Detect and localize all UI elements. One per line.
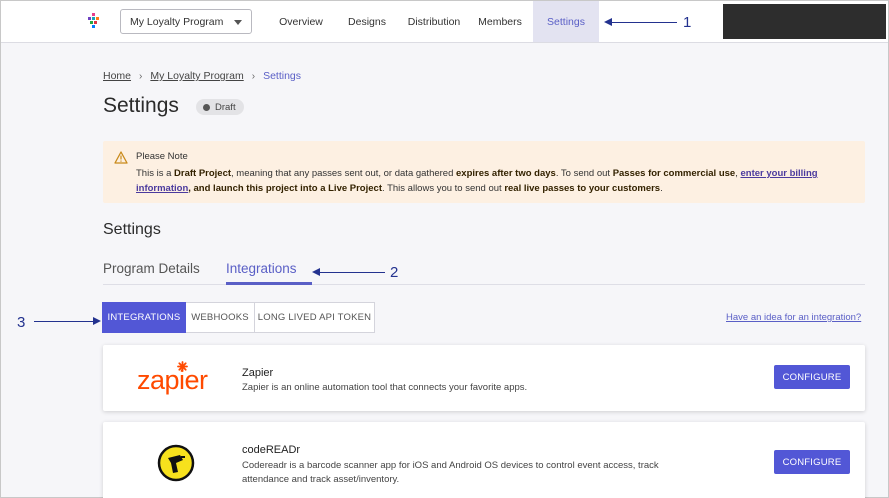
nav-overview[interactable]: Overview xyxy=(271,1,331,42)
zapier-logo: zapier xyxy=(137,361,213,395)
annotation-arrow-3 xyxy=(34,317,101,325)
app-logo-icon[interactable] xyxy=(87,13,101,29)
note-bold-draft: Draft Project xyxy=(174,168,232,179)
breadcrumb-program[interactable]: My Loyalty Program xyxy=(150,70,243,82)
integration-name: Zapier xyxy=(242,367,274,379)
integration-card-codereadr: codeREADr Codereadr is a barcode scanner… xyxy=(103,422,865,498)
breadcrumb: Home › My Loyalty Program › Settings xyxy=(103,70,301,82)
warning-icon xyxy=(114,151,128,164)
segment-integrations[interactable]: INTEGRATIONS xyxy=(102,302,186,333)
breadcrumb-current[interactable]: Settings xyxy=(263,70,301,82)
section-title: Settings xyxy=(103,221,161,238)
top-navigation-bar: My Loyalty Program Overview Designs Dist… xyxy=(1,1,888,43)
configure-codereadr-button[interactable]: CONFIGURE xyxy=(774,450,850,474)
barcode-scanner-icon xyxy=(157,444,195,482)
nav-distribution[interactable]: Distribution xyxy=(402,1,466,42)
note-bold-expiry: expires after two days xyxy=(456,168,556,179)
status-badge: Draft xyxy=(196,99,244,115)
note-text: This is a xyxy=(136,168,175,179)
integration-description: Codereadr is a barcode scanner app for i… xyxy=(242,460,659,485)
zapier-logo-text: zapier xyxy=(137,365,208,395)
nav-settings[interactable]: Settings xyxy=(533,1,599,42)
program-select[interactable]: My Loyalty Program xyxy=(120,9,252,34)
tabs-divider xyxy=(103,284,865,285)
chevron-down-icon xyxy=(234,20,242,25)
integration-idea-link[interactable]: Have an idea for an integration? xyxy=(726,312,861,323)
tab-program-details[interactable]: Program Details xyxy=(103,261,200,276)
active-tab-indicator xyxy=(226,282,312,285)
breadcrumb-home[interactable]: Home xyxy=(103,70,131,82)
tab-integrations[interactable]: Integrations xyxy=(226,261,297,276)
zapier-asterisk-icon xyxy=(177,361,188,372)
annotation-number-1: 1 xyxy=(683,14,692,31)
segment-webhooks[interactable]: WEBHOOKS xyxy=(186,302,255,333)
page-title: Settings xyxy=(103,94,179,117)
integration-name: codeREADr xyxy=(242,444,301,456)
note-text: . To send out xyxy=(555,168,613,179)
note-bold-launch: , and launch this project into a Live Pr… xyxy=(188,183,382,194)
chevron-right-icon: › xyxy=(251,70,256,82)
segment-api-token[interactable]: LONG LIVED API TOKEN xyxy=(254,302,375,333)
note-title: Please Note xyxy=(136,151,188,162)
chevron-right-icon: › xyxy=(139,70,143,82)
nav-designs[interactable]: Designs xyxy=(341,1,393,42)
nav-members[interactable]: Members xyxy=(473,1,527,42)
redacted-user-area xyxy=(723,4,886,39)
status-dot-icon xyxy=(203,103,210,111)
note-bold-commercial: Passes for commercial use xyxy=(612,168,736,179)
note-body: This is a Draft Project, meaning that an… xyxy=(136,166,856,196)
integration-description: Zapier is an online automation tool that… xyxy=(242,382,528,393)
note-text: . xyxy=(660,183,663,194)
program-select-value: My Loyalty Program xyxy=(130,16,224,28)
note-text: , meaning that any passes sent out, or d… xyxy=(231,168,457,179)
note-bold-live: real live passes to your customers xyxy=(504,183,661,194)
annotation-number-2: 2 xyxy=(390,264,399,281)
annotation-arrow-2 xyxy=(312,268,385,276)
configure-zapier-button[interactable]: CONFIGURE xyxy=(774,365,850,389)
note-text: . This allows you to send out xyxy=(381,183,505,194)
annotation-arrow-1 xyxy=(604,18,677,26)
draft-notice: Please Note This is a Draft Project, mea… xyxy=(103,141,865,203)
integration-card-zapier: zapier Zapier Zapier is an online automa… xyxy=(103,345,865,411)
annotation-number-3: 3 xyxy=(17,314,26,331)
status-badge-label: Draft xyxy=(215,101,236,113)
